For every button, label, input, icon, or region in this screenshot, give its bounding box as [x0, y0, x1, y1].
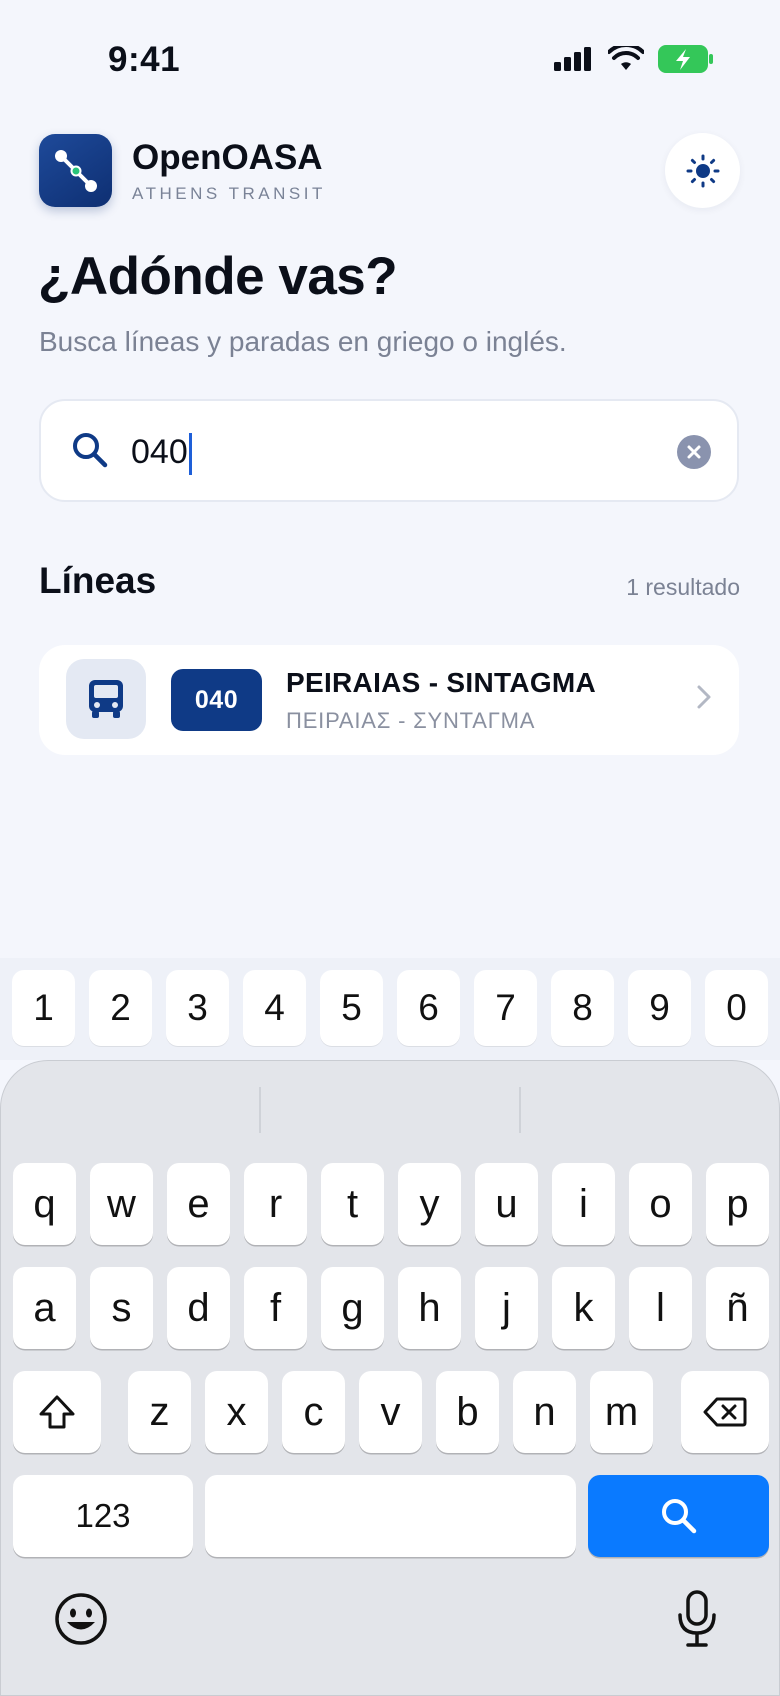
text-caret: [189, 433, 192, 475]
numbers-mode-key[interactable]: 123: [13, 1475, 193, 1557]
key-y[interactable]: y: [398, 1163, 461, 1245]
status-time: 9:41: [108, 40, 181, 79]
search-submit-key[interactable]: [588, 1475, 769, 1557]
line-number-badge: 040: [171, 669, 262, 731]
search-icon: [73, 433, 108, 468]
page-subtitle: Busca líneas y paradas en griego o inglé…: [39, 326, 567, 357]
key-l[interactable]: l: [629, 1267, 692, 1349]
key-4[interactable]: 4: [243, 970, 306, 1046]
space-bar[interactable]: [205, 1475, 576, 1557]
key-2[interactable]: 2: [89, 970, 152, 1046]
key-6[interactable]: 6: [397, 970, 460, 1046]
line-name-greek: ΠΕΙΡΑΙΑΣ - ΣΥΝΤΑΓΜΑ: [286, 708, 536, 733]
key-n[interactable]: n: [513, 1371, 576, 1453]
key-n-tilde[interactable]: ñ: [706, 1267, 769, 1349]
key-j[interactable]: j: [475, 1267, 538, 1349]
key-i[interactable]: i: [552, 1163, 615, 1245]
result-count: 1 resultado: [626, 574, 740, 600]
key-r[interactable]: r: [244, 1163, 307, 1245]
key-g[interactable]: g: [321, 1267, 384, 1349]
key-7[interactable]: 7: [474, 970, 537, 1046]
search-field[interactable]: [39, 399, 739, 502]
key-c[interactable]: c: [282, 1371, 345, 1453]
section-title: Líneas: [39, 560, 157, 601]
line-result-item[interactable]: 040 PEIRAIAS - SINTAGMA ΠΕΙΡΑΙΑΣ - ΣΥΝΤΑ…: [39, 645, 739, 755]
chevron-right-icon: [697, 685, 711, 709]
emoji-key[interactable]: [53, 1591, 109, 1652]
key-q[interactable]: q: [13, 1163, 76, 1245]
key-s[interactable]: s: [90, 1267, 153, 1349]
key-b[interactable]: b: [436, 1371, 499, 1453]
key-3[interactable]: 3: [166, 970, 229, 1046]
key-5[interactable]: 5: [320, 970, 383, 1046]
number-row: 1 2 3 4 5 6 7 8 9 0: [0, 958, 780, 1060]
key-f[interactable]: f: [244, 1267, 307, 1349]
key-h[interactable]: h: [398, 1267, 461, 1349]
battery-charging-icon: [658, 45, 713, 73]
close-icon: [687, 445, 701, 459]
key-v[interactable]: v: [359, 1371, 422, 1453]
app-logo: [39, 134, 112, 207]
key-z[interactable]: z: [128, 1371, 191, 1453]
key-d[interactable]: d: [167, 1267, 230, 1349]
backspace-icon: [703, 1397, 747, 1427]
key-k[interactable]: k: [552, 1267, 615, 1349]
shift-icon: [39, 1395, 75, 1429]
page-title: ¿Adónde vas?: [38, 247, 398, 306]
key-u[interactable]: u: [475, 1163, 538, 1245]
suggestion-divider: [259, 1087, 261, 1133]
clear-search-button[interactable]: [677, 435, 711, 469]
key-o[interactable]: o: [629, 1163, 692, 1245]
key-p[interactable]: p: [706, 1163, 769, 1245]
app-subtitle: ATHENS TRANSIT: [132, 184, 326, 203]
keyboard: q w e r t y u i o p a s d f g h j k l ñ …: [0, 1060, 780, 1696]
dictation-key[interactable]: [675, 1589, 719, 1654]
delete-key[interactable]: [681, 1371, 769, 1453]
key-a[interactable]: a: [13, 1267, 76, 1349]
shift-key[interactable]: [13, 1371, 101, 1453]
key-9[interactable]: 9: [628, 970, 691, 1046]
key-t[interactable]: t: [321, 1163, 384, 1245]
key-8[interactable]: 8: [551, 970, 614, 1046]
bus-icon: [89, 680, 123, 718]
cellular-signal-icon: [554, 47, 591, 71]
key-1[interactable]: 1: [12, 970, 75, 1046]
key-x[interactable]: x: [205, 1371, 268, 1453]
wifi-icon: [608, 46, 644, 70]
key-w[interactable]: w: [90, 1163, 153, 1245]
sun-icon: [686, 154, 719, 187]
search-input[interactable]: [131, 427, 611, 477]
status-indicators: [554, 45, 714, 73]
key-0[interactable]: 0: [705, 970, 768, 1046]
line-name: PEIRAIAS - SINTAGMA: [286, 667, 597, 698]
route-icon: [55, 150, 97, 192]
theme-toggle-button[interactable]: [665, 133, 740, 208]
key-e[interactable]: e: [167, 1163, 230, 1245]
microphone-icon: [678, 1590, 716, 1647]
bus-tile: [66, 659, 146, 739]
app-name: OpenOASA: [132, 138, 323, 177]
key-m[interactable]: m: [590, 1371, 653, 1453]
status-bar: 9:41: [0, 0, 780, 120]
search-icon: [661, 1499, 696, 1534]
suggestion-divider: [519, 1087, 521, 1133]
emoji-icon: [55, 1593, 107, 1645]
